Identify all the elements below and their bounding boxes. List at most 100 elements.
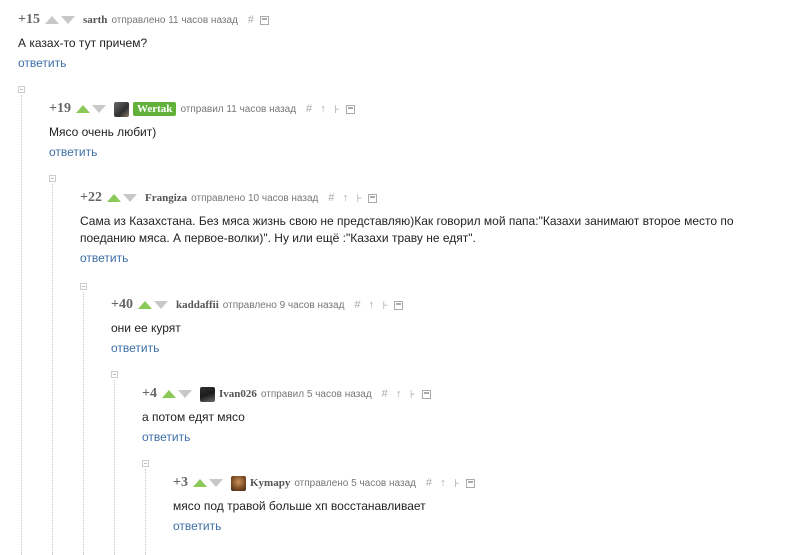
comment-timestamp: отправлено 5 часов назад — [294, 477, 416, 489]
comment-author[interactable]: sarth — [83, 14, 107, 26]
comment: +22 Frangiza отправлено 10 часов назад #… — [80, 188, 770, 267]
comment-timestamp: отправлено 10 часов назад — [191, 192, 319, 204]
vote-controls — [137, 301, 168, 309]
avatar — [199, 386, 215, 402]
permalink-icon[interactable]: # — [304, 103, 314, 115]
comment-author[interactable]: Wertak — [132, 102, 177, 116]
branch-icon[interactable]: ⊦ — [354, 192, 364, 205]
comment-author[interactable]: kaddaffii — [176, 299, 219, 311]
comment: +19 Wertak отправил 11 часов назад # ↑ ⊦… — [49, 99, 739, 161]
comment-header: +4 Ivan026 отправил 5 часов назад # ↑ ⊦ — [142, 384, 798, 404]
avatar — [230, 475, 246, 491]
branch-icon[interactable]: ⊦ — [380, 299, 390, 312]
comment-text: Мясо очень любит) — [49, 125, 157, 139]
comment-rating: +3 — [173, 475, 188, 490]
vote-controls — [106, 194, 137, 202]
vote-down-icon[interactable] — [208, 479, 223, 487]
vote-up-icon[interactable] — [106, 194, 121, 202]
comment-rating: +19 — [49, 101, 71, 116]
comment-text: а потом едят мясо — [142, 410, 245, 424]
vote-up-icon[interactable] — [192, 479, 207, 487]
vote-down-icon[interactable] — [177, 390, 192, 398]
parent-comment-icon[interactable]: ↑ — [340, 192, 350, 204]
parent-comment-icon[interactable]: ↑ — [366, 299, 376, 311]
vote-up-icon[interactable] — [44, 16, 59, 24]
reply-link[interactable]: ответить — [111, 341, 159, 355]
comment-header: +40 kaddaffii отправлено 9 часов назад #… — [111, 295, 798, 315]
comment-timestamp: отправлено 11 часов назад — [111, 14, 238, 26]
thread-line — [52, 184, 53, 555]
vote-down-icon[interactable] — [60, 16, 75, 24]
comment-header: +15 sarth отправлено 11 часов назад # — [18, 10, 708, 30]
save-icon[interactable] — [465, 478, 475, 488]
comment-timestamp: отправлено 9 часов назад — [222, 299, 345, 311]
comment-rating: +22 — [80, 190, 102, 205]
permalink-icon[interactable]: # — [380, 388, 390, 400]
avatar — [113, 101, 129, 117]
comment-author[interactable]: Frangiza — [145, 192, 187, 204]
save-icon[interactable] — [368, 193, 378, 203]
thread-line — [83, 292, 84, 555]
save-icon[interactable] — [259, 15, 269, 25]
vote-up-icon[interactable] — [75, 105, 90, 113]
vote-controls — [161, 390, 192, 398]
comment-timestamp: отправил 5 часов назад — [260, 388, 372, 400]
collapse-toggle[interactable] — [18, 86, 25, 93]
comment-header: +22 Frangiza отправлено 10 часов назад #… — [80, 188, 770, 208]
vote-controls — [75, 105, 106, 113]
collapse-toggle[interactable] — [80, 283, 87, 290]
branch-icon[interactable]: ⊦ — [332, 103, 342, 116]
comment-tools: # ↑ ⊦ — [380, 388, 431, 401]
permalink-icon[interactable]: # — [352, 299, 362, 311]
permalink-icon[interactable]: # — [246, 14, 256, 26]
thread-line — [145, 469, 146, 555]
vote-up-icon[interactable] — [161, 390, 176, 398]
comment-rating: +40 — [111, 297, 133, 312]
parent-comment-icon[interactable]: ↑ — [438, 477, 448, 489]
permalink-icon[interactable]: # — [326, 192, 336, 204]
comment-tools: # — [246, 14, 269, 26]
comment: +15 sarth отправлено 11 часов назад # А … — [18, 10, 708, 72]
comment: +40 kaddaffii отправлено 9 часов назад #… — [111, 295, 798, 357]
branch-icon[interactable]: ⊦ — [408, 388, 418, 401]
save-icon[interactable] — [394, 300, 404, 310]
parent-comment-icon[interactable]: ↑ — [318, 103, 328, 115]
comment-text: А казах-то тут причем? — [18, 36, 148, 50]
comment-header: +19 Wertak отправил 11 часов назад # ↑ ⊦ — [49, 99, 739, 119]
comment-tools: # ↑ ⊦ — [304, 103, 356, 116]
reply-link[interactable]: ответить — [142, 430, 190, 444]
comment: +4 Ivan026 отправил 5 часов назад # ↑ ⊦ … — [142, 384, 798, 446]
comment-rating: +15 — [18, 12, 40, 27]
comment: +3 Kymapy отправлено 5 часов назад # ↑ ⊦… — [173, 473, 798, 535]
vote-down-icon[interactable] — [122, 194, 137, 202]
comment-author[interactable]: Ivan026 — [219, 388, 257, 400]
vote-up-icon[interactable] — [137, 301, 152, 309]
comment-rating: +4 — [142, 386, 157, 401]
comment-header: +3 Kymapy отправлено 5 часов назад # ↑ ⊦ — [173, 473, 798, 493]
thread-line — [21, 95, 22, 555]
comment-author[interactable]: Kymapy — [250, 477, 290, 489]
vote-controls — [192, 479, 223, 487]
collapse-toggle[interactable] — [111, 371, 118, 378]
comment-text: они ее курят — [111, 321, 181, 335]
parent-comment-icon[interactable]: ↑ — [394, 388, 404, 400]
comment-tools: # ↑ ⊦ — [352, 299, 404, 312]
reply-link[interactable]: ответить — [18, 56, 66, 70]
save-icon[interactable] — [346, 104, 356, 114]
vote-down-icon[interactable] — [153, 301, 168, 309]
collapse-toggle[interactable] — [142, 460, 149, 467]
comment-timestamp: отправил 11 часов назад — [180, 103, 297, 115]
comment-tools: # ↑ ⊦ — [326, 192, 378, 205]
comment-text: Сама из Казахстана. Без мяса жизнь свою … — [80, 214, 734, 245]
comment-text: мясо под травой больше хп восстанавливае… — [173, 499, 426, 513]
vote-controls — [44, 16, 75, 24]
save-icon[interactable] — [421, 389, 431, 399]
reply-link[interactable]: ответить — [80, 251, 128, 265]
reply-link[interactable]: ответить — [173, 519, 221, 533]
vote-down-icon[interactable] — [91, 105, 106, 113]
thread-line — [114, 380, 115, 555]
permalink-icon[interactable]: # — [424, 477, 434, 489]
collapse-toggle[interactable] — [49, 175, 56, 182]
branch-icon[interactable]: ⊦ — [452, 477, 462, 490]
reply-link[interactable]: ответить — [49, 145, 97, 159]
